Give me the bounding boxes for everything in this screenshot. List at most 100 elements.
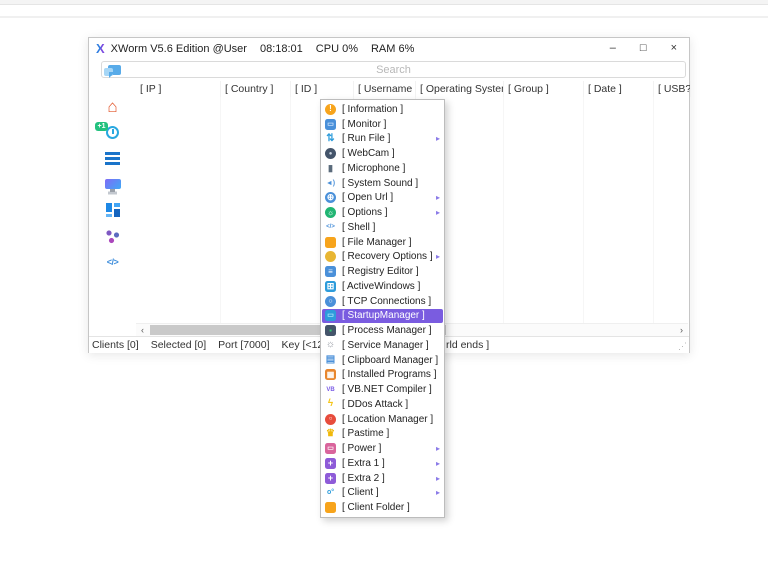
sidebar-item-remote-desktop[interactable] bbox=[89, 171, 136, 197]
microphone-icon: ▮ bbox=[325, 163, 336, 174]
menu-item-label: [ WebCam ] bbox=[342, 148, 440, 159]
code-icon: </> bbox=[107, 258, 119, 267]
menu-item-openurl[interactable]: ⊕ [ Open Url ]▸ bbox=[321, 191, 444, 206]
menu-item-tcpconnections[interactable]: ○ [ TCP Connections ] bbox=[321, 294, 444, 309]
titlebar[interactable]: X XWorm V5.6 Edition @User 08:18:01 CPU … bbox=[89, 38, 689, 59]
column-header[interactable]: [ Operating System ] bbox=[416, 81, 504, 97]
menu-item-registryeditor[interactable]: ≡[ Registry Editor ] bbox=[321, 264, 444, 279]
options-gear-icon: ☼ bbox=[325, 207, 336, 218]
menu-item-label: [ Monitor ] bbox=[342, 119, 440, 130]
menu-item-webcam[interactable]: ● [ WebCam ] bbox=[321, 146, 444, 161]
crown-icon: ♛ bbox=[325, 428, 336, 439]
maximize-button[interactable]: □ bbox=[640, 43, 647, 54]
top-divider-line bbox=[0, 16, 768, 18]
column-header[interactable]: [ Date ] bbox=[584, 81, 654, 97]
menu-item-vbnetcompiler[interactable]: VB [ VB.NET Compiler ] bbox=[321, 382, 444, 397]
menu-item-client[interactable]: o°[ Client ]▸ bbox=[321, 486, 444, 501]
menu-item-processmanager[interactable]: ▪[ Process Manager ] bbox=[321, 323, 444, 338]
package-icon: ▦ bbox=[325, 369, 336, 380]
scroll-left-arrow-icon[interactable]: ‹ bbox=[136, 324, 149, 336]
webcam-icon: ● bbox=[325, 148, 336, 159]
desktop-background: X XWorm V5.6 Edition @User 08:18:01 CPU … bbox=[0, 0, 768, 561]
lightning-icon: ϟ bbox=[325, 399, 336, 410]
menu-item-power[interactable]: ▭[ Power ]▸ bbox=[321, 441, 444, 456]
titlebar-cpu: CPU 0% bbox=[316, 43, 358, 55]
menu-item-recoveryoptions[interactable]: [ Recovery Options ]▸ bbox=[321, 250, 444, 265]
menu-item-label: [ Extra 2 ] bbox=[342, 473, 436, 484]
menu-item-label: [ Microphone ] bbox=[342, 163, 440, 174]
grid-header: [ IP ][ Country ][ ID ][ Username ][ Ope… bbox=[136, 81, 688, 97]
menu-item-label: [ VB.NET Compiler ] bbox=[342, 384, 440, 395]
titlebar-ram: RAM 6% bbox=[371, 43, 414, 55]
submenu-arrow-icon: ▸ bbox=[436, 193, 440, 202]
menu-item-label: [ Client Folder ] bbox=[342, 502, 440, 513]
menu-item-ddosattack[interactable]: ϟ[ DDos Attack ] bbox=[321, 397, 444, 412]
new-clients-badge: +1 bbox=[95, 122, 108, 131]
menu-item-activewindows[interactable]: ⊞[ ActiveWindows ] bbox=[321, 279, 444, 294]
sidebar-item-home[interactable]: ⌂ bbox=[89, 93, 136, 119]
menu-item-label: [ TCP Connections ] bbox=[342, 296, 440, 307]
menu-item-options[interactable]: ☼[ Options ]▸ bbox=[321, 205, 444, 220]
menu-item-servicemanager[interactable]: ☼[ Service Manager ] bbox=[321, 338, 444, 353]
menu-item-systemsound[interactable]: ◄)[ System Sound ] bbox=[321, 176, 444, 191]
globe-alert-icon: ○ bbox=[325, 296, 336, 307]
vb-compiler-icon: VB bbox=[325, 384, 336, 395]
sidebar-item-client-list[interactable] bbox=[89, 145, 136, 171]
resize-grip-icon[interactable]: ⋰ bbox=[678, 341, 687, 352]
column-header[interactable]: [ USB? ] bbox=[654, 81, 691, 97]
status-item: Port [7000] bbox=[218, 339, 269, 351]
search-input[interactable] bbox=[126, 62, 661, 77]
menu-item-label: [ Recovery Options ] bbox=[342, 251, 436, 262]
submenu-arrow-icon: ▸ bbox=[436, 488, 440, 497]
menu-item-filemanager[interactable]: [ File Manager ] bbox=[321, 235, 444, 250]
menu-item-label: [ Location Manager ] bbox=[342, 414, 440, 425]
open-url-icon: ⊕ bbox=[325, 192, 336, 203]
menu-item-locationmanager[interactable]: ○ [ Location Manager ] bbox=[321, 412, 444, 427]
close-button[interactable]: × bbox=[671, 43, 677, 54]
menu-item-extra1[interactable]: + [ Extra 1 ]▸ bbox=[321, 456, 444, 471]
menu-item-label: [ File Manager ] bbox=[342, 237, 440, 248]
menu-item-label: [ Extra 1 ] bbox=[342, 458, 436, 469]
extra1-plus-icon: + bbox=[325, 458, 336, 469]
sidebar-item-connections-graph[interactable] bbox=[89, 223, 136, 249]
extra2-plus-icon: + bbox=[325, 473, 336, 484]
status-item: Selected [0] bbox=[151, 339, 206, 351]
startup-monitor-icon: ▭ bbox=[325, 310, 336, 321]
column-header[interactable]: [ IP ] bbox=[136, 81, 221, 97]
column-gridline bbox=[584, 97, 654, 323]
menu-item-label: [ Open Url ] bbox=[342, 192, 436, 203]
location-pin-icon: ○ bbox=[325, 414, 336, 425]
client-context-menu: ![ Information ]▭[ Monitor ]⇅[ Run File … bbox=[320, 99, 445, 518]
sidebar-item-apps-grid[interactable] bbox=[89, 197, 136, 223]
menu-item-information[interactable]: ![ Information ] bbox=[321, 102, 444, 117]
column-header[interactable]: [ Group ] bbox=[504, 81, 584, 97]
menu-item-clientfolder[interactable]: [ Client Folder ] bbox=[321, 500, 444, 515]
column-header[interactable]: [ ID ] bbox=[291, 81, 354, 97]
menu-item-label: [ Shell ] bbox=[342, 222, 440, 233]
menu-item-label: [ Clipboard Manager ] bbox=[342, 355, 440, 366]
chat-bubble-icon bbox=[108, 65, 121, 75]
menu-item-monitor[interactable]: ▭[ Monitor ] bbox=[321, 117, 444, 132]
status-item: Clients [0] bbox=[92, 339, 139, 351]
column-header[interactable]: [ Username ] bbox=[354, 81, 416, 97]
menu-item-microphone[interactable]: ▮ [ Microphone ] bbox=[321, 161, 444, 176]
column-gridline bbox=[221, 97, 291, 323]
menu-item-pastime[interactable]: ♛[ Pastime ] bbox=[321, 427, 444, 442]
home-icon: ⌂ bbox=[107, 98, 117, 115]
minimize-button[interactable]: – bbox=[610, 43, 616, 54]
menu-item-label: [ Service Manager ] bbox=[342, 340, 440, 351]
submenu-arrow-icon: ▸ bbox=[436, 459, 440, 468]
menu-item-shell[interactable]: </>[ Shell ] bbox=[321, 220, 444, 235]
recent-clients-icon: +1 bbox=[106, 126, 119, 139]
column-header[interactable]: [ Country ] bbox=[221, 81, 291, 97]
menu-item-installedprograms[interactable]: ▦[ Installed Programs ] bbox=[321, 368, 444, 383]
menu-item-runfile[interactable]: ⇅[ Run File ]▸ bbox=[321, 132, 444, 147]
scroll-right-arrow-icon[interactable]: › bbox=[675, 324, 688, 336]
menu-item-clipboardmanager[interactable]: ▤[ Clipboard Manager ] bbox=[321, 353, 444, 368]
app-logo-icon: X bbox=[96, 42, 105, 55]
menu-item-extra2[interactable]: +[ Extra 2 ]▸ bbox=[321, 471, 444, 486]
menu-item-label: [ Process Manager ] bbox=[342, 325, 440, 336]
sidebar-item-recent-clients[interactable]: +1 bbox=[89, 119, 136, 145]
menu-item-startupmanager[interactable]: ▭[ StartupManager ] bbox=[322, 309, 443, 324]
sidebar-item-code[interactable]: </> bbox=[89, 249, 136, 275]
